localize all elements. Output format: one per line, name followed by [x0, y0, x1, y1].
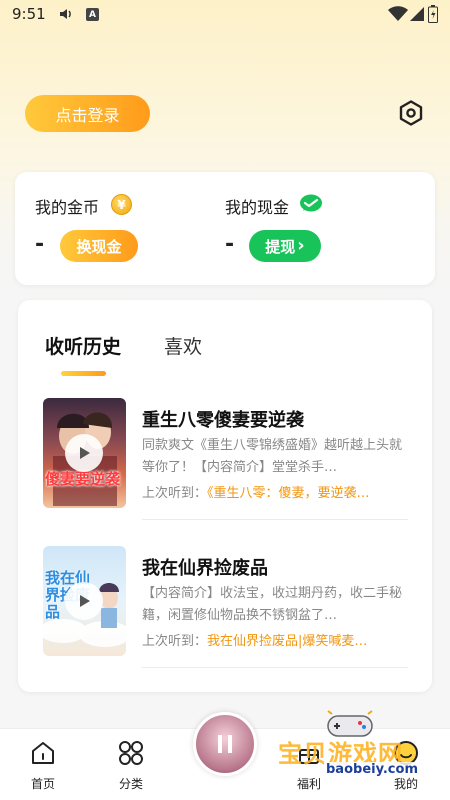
coins-value: -	[35, 232, 45, 257]
book-description: 【内容简介】收法宝，收过期丹药，收二手秘籍，闲置修仙物品换不锈钢盆了…	[142, 586, 403, 623]
wallet-card: 我的金币 ¥ - 换现金 我的现金 - 提现 ›	[15, 172, 435, 285]
tab-favorites[interactable]: 喜欢	[164, 332, 202, 359]
book-cover[interactable]: 我在仙界捡废品	[43, 546, 126, 656]
list-item[interactable]: 傻妻要逆袭 重生八零傻妻要逆袭 同款爽文《重生八零锦绣盛婚》越听越上头就等你了！…	[43, 398, 408, 520]
chevron-right-icon: ›	[297, 235, 305, 256]
nav-home-label: 首页	[30, 777, 55, 791]
book-cover[interactable]: 傻妻要逆袭	[43, 398, 126, 508]
speaker-icon	[60, 9, 71, 19]
play-icon	[80, 595, 90, 607]
cash-value: -	[225, 232, 235, 257]
book-description: 同款爽文《重生八零锦绣盛婚》越听越上头就等你了！【内容简介】堂堂杀手…	[142, 438, 403, 475]
watermark-url: baobeiy.com	[324, 762, 420, 777]
wifi-icon	[388, 6, 408, 21]
nav-home[interactable]: 首页	[13, 737, 73, 792]
watermark: 宝贝游戏网 baobeiy.com	[278, 710, 448, 785]
divider	[142, 667, 408, 668]
divider	[142, 519, 408, 520]
last-listened-prefix: 上次听到：	[142, 486, 208, 501]
list-item[interactable]: 我在仙界捡废品 我在仙界捡废品 【内容简介】收法宝，收过期丹药，收二手秘籍，闲置…	[43, 546, 408, 668]
battery-icon	[428, 5, 438, 23]
withdraw-button[interactable]: 提现 ›	[249, 230, 321, 262]
cash-icon	[300, 194, 322, 212]
status-bar: 9:51 A	[0, 0, 450, 30]
settings-icon[interactable]	[397, 99, 425, 127]
login-button[interactable]: 点击登录	[25, 95, 150, 132]
nav-category-label: 分类	[118, 777, 143, 791]
coins-label: 我的金币	[35, 198, 100, 217]
history-card: 收听历史 喜欢 傻妻要逆袭 重生八零傻妻要逆袭 同款爽文《重生八零锦绣盛婚》越听…	[18, 300, 432, 692]
tab-active-indicator	[61, 371, 106, 376]
nav-category[interactable]: 分类	[101, 737, 161, 792]
last-listened: 上次听到：我在仙界捡废品|爆笑喊麦…	[142, 630, 408, 649]
exchange-cash-button[interactable]: 换现金	[60, 230, 138, 262]
last-listened: 上次听到：《重生八零：傻妻，要逆袭…	[142, 482, 408, 501]
coin-icon: ¥	[111, 194, 132, 215]
book-title[interactable]: 重生八零傻妻要逆袭	[142, 406, 304, 432]
last-listened-prefix: 上次听到：	[142, 634, 208, 649]
signal-icon	[410, 7, 424, 21]
last-listened-title: 我在仙界捡废品|爆笑喊麦…	[207, 634, 368, 649]
pause-icon	[218, 735, 232, 753]
category-icon	[119, 741, 143, 765]
book-title[interactable]: 我在仙界捡废品	[142, 554, 268, 580]
play-button[interactable]	[65, 582, 103, 620]
now-playing-disc[interactable]	[193, 712, 257, 776]
cash-label: 我的现金	[225, 198, 290, 217]
play-button[interactable]	[65, 434, 103, 472]
play-icon	[80, 447, 90, 459]
notification-a-icon: A	[86, 8, 99, 21]
withdraw-label: 提现	[265, 237, 296, 256]
tab-listen-history[interactable]: 收听历史	[45, 332, 121, 359]
status-time: 9:51	[12, 5, 46, 23]
last-listened-title: 《重生八零：傻妻，要逆袭…	[207, 486, 370, 501]
home-icon	[32, 742, 54, 764]
